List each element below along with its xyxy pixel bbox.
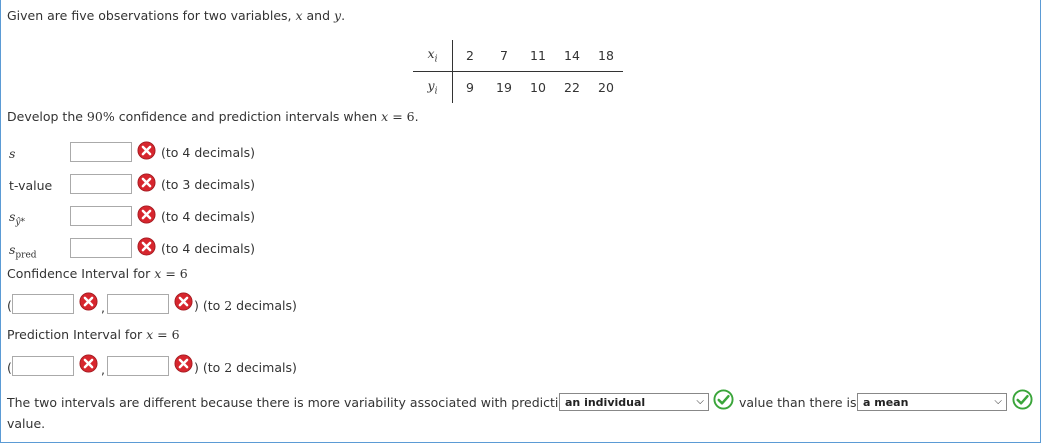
pi-upper-input[interactable] — [107, 356, 169, 376]
hint-s-yhat: (to 4 decimals) — [161, 209, 255, 224]
y-value: 10 — [530, 80, 546, 95]
select-2-value: a mean — [863, 396, 909, 409]
s-pred-input[interactable] — [70, 238, 132, 258]
s-input[interactable] — [70, 142, 132, 162]
y-value: 20 — [598, 80, 614, 95]
sentence-part3: value. — [7, 416, 46, 431]
observations-table: xi 2 7 11 14 18 yi 9 19 10 22 20 — [413, 40, 623, 103]
field-label-t-value: t-value — [9, 178, 53, 193]
t-value-input[interactable] — [70, 174, 132, 194]
ci-upper-input[interactable] — [107, 294, 169, 314]
select-1-value: an individual — [565, 396, 646, 409]
chevron-down-icon: ⌵ — [696, 396, 704, 407]
incorrect-icon — [137, 237, 156, 256]
instruction-text: Develop the 90% confidence and predictio… — [7, 109, 419, 124]
incorrect-icon — [79, 354, 98, 373]
x-value: 7 — [487, 40, 521, 72]
y-value: 9 — [466, 80, 474, 95]
x-value: 11 — [521, 40, 555, 72]
x-header: xi — [413, 40, 453, 72]
field-label-s: s — [9, 146, 16, 161]
y-value: 22 — [564, 80, 580, 95]
ci-comma: , — [101, 300, 105, 315]
confidence-interval-label: Confidence Interval for x = 6 — [7, 266, 188, 281]
prediction-interval-label: Prediction Interval for x = 6 — [7, 327, 180, 342]
incorrect-icon — [174, 292, 193, 311]
pi-lower-input[interactable] — [12, 356, 74, 376]
hint-t-value: (to 3 decimals) — [161, 177, 255, 192]
correct-icon — [713, 389, 734, 410]
hint-s-pred: (to 4 decimals) — [161, 241, 255, 256]
incorrect-icon — [174, 354, 193, 373]
incorrect-icon — [137, 141, 156, 160]
sentence-part2: value than there is — [739, 395, 857, 410]
x-value: 2 — [452, 40, 487, 72]
variability-select-2[interactable]: a mean ⌵ — [857, 393, 1007, 411]
y-header: yi — [413, 71, 453, 103]
ci-lower-input[interactable] — [12, 294, 74, 314]
intro-text: Given are five observations for two vari… — [7, 8, 346, 23]
chevron-down-icon: ⌵ — [994, 396, 1002, 407]
pi-comma: , — [101, 362, 105, 377]
incorrect-icon — [79, 292, 98, 311]
field-label-s-pred: spred — [9, 242, 37, 261]
field-label-s-yhat: sŷ* — [9, 209, 26, 228]
hint-s: (to 4 decimals) — [161, 145, 255, 160]
variability-select-1[interactable]: an individual ⌵ — [559, 393, 709, 411]
correct-icon — [1012, 389, 1033, 410]
s-yhat-input[interactable] — [70, 206, 132, 226]
incorrect-icon — [137, 173, 156, 192]
x-value: 18 — [589, 40, 623, 72]
incorrect-icon — [137, 205, 156, 224]
ci-hint: ) (to 2 decimals) — [194, 298, 297, 313]
sentence-part1: The two intervals are different because … — [7, 395, 575, 410]
y-value: 19 — [496, 80, 512, 95]
pi-hint: ) (to 2 decimals) — [194, 360, 297, 375]
x-value: 14 — [555, 40, 589, 72]
